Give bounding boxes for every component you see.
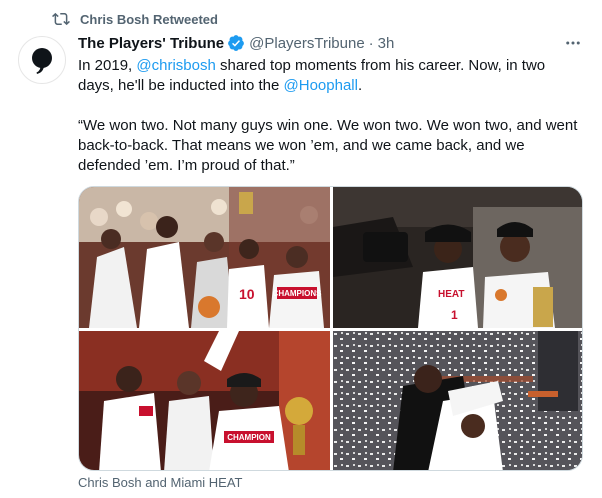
tweet-timestamp[interactable]: 3h [378,35,395,52]
more-horizontal-icon [566,41,580,45]
photo-3[interactable]: CHAMPION [79,331,330,470]
tweet-paragraph-1: In 2019, @chrisbosh shared top moments f… [78,56,583,96]
verified-badge-icon [228,35,244,51]
mention-chrisbosh-link[interactable]: @chrisbosh [136,57,215,74]
more-options-button[interactable] [564,34,582,52]
text-segment: In 2019, [78,57,137,74]
tweet-quote-paragraph: “We won two. Not many guys win one. We w… [78,117,578,174]
media-grid: CHAMPIONS 10 HEAT 1 CHAMPION [78,186,583,471]
photo-4[interactable] [333,331,582,470]
author-name[interactable]: The Players' Tribune [78,35,224,52]
photo-1-champions-text: CHAMPIONS [273,289,323,298]
mention-hoophall-link[interactable]: @Hoophall [284,77,358,94]
photo-3-champion-text: CHAMPION [227,433,271,442]
text-segment: . [357,77,363,94]
tweet-header: The Players' Tribune @PlayersTribune · 3… [78,32,582,54]
photo-2-jersey-number: 1 [451,308,458,322]
tweet-text: In 2019, @chrisbosh shared top moments f… [78,56,583,176]
separator-dot: · [368,34,374,52]
retweet-icon [52,12,70,26]
retweet-banner[interactable]: Chris Bosh Retweeted [52,10,218,28]
tweet[interactable]: Chris Bosh Retweeted The Players' Tribun… [0,0,602,498]
photo-2-heat-text: HEAT [438,289,464,300]
photo-1-jersey-number: 10 [239,286,255,302]
retweet-label: Chris Bosh Retweeted [80,11,218,27]
photo-2[interactable]: HEAT 1 [333,187,582,328]
avatar[interactable] [18,36,66,84]
author-handle[interactable]: @PlayersTribune [249,35,365,52]
players-tribune-logo [32,48,52,74]
media-caption[interactable]: Chris Bosh and Miami HEAT [78,475,242,490]
photo-1[interactable]: CHAMPIONS 10 [79,187,330,328]
